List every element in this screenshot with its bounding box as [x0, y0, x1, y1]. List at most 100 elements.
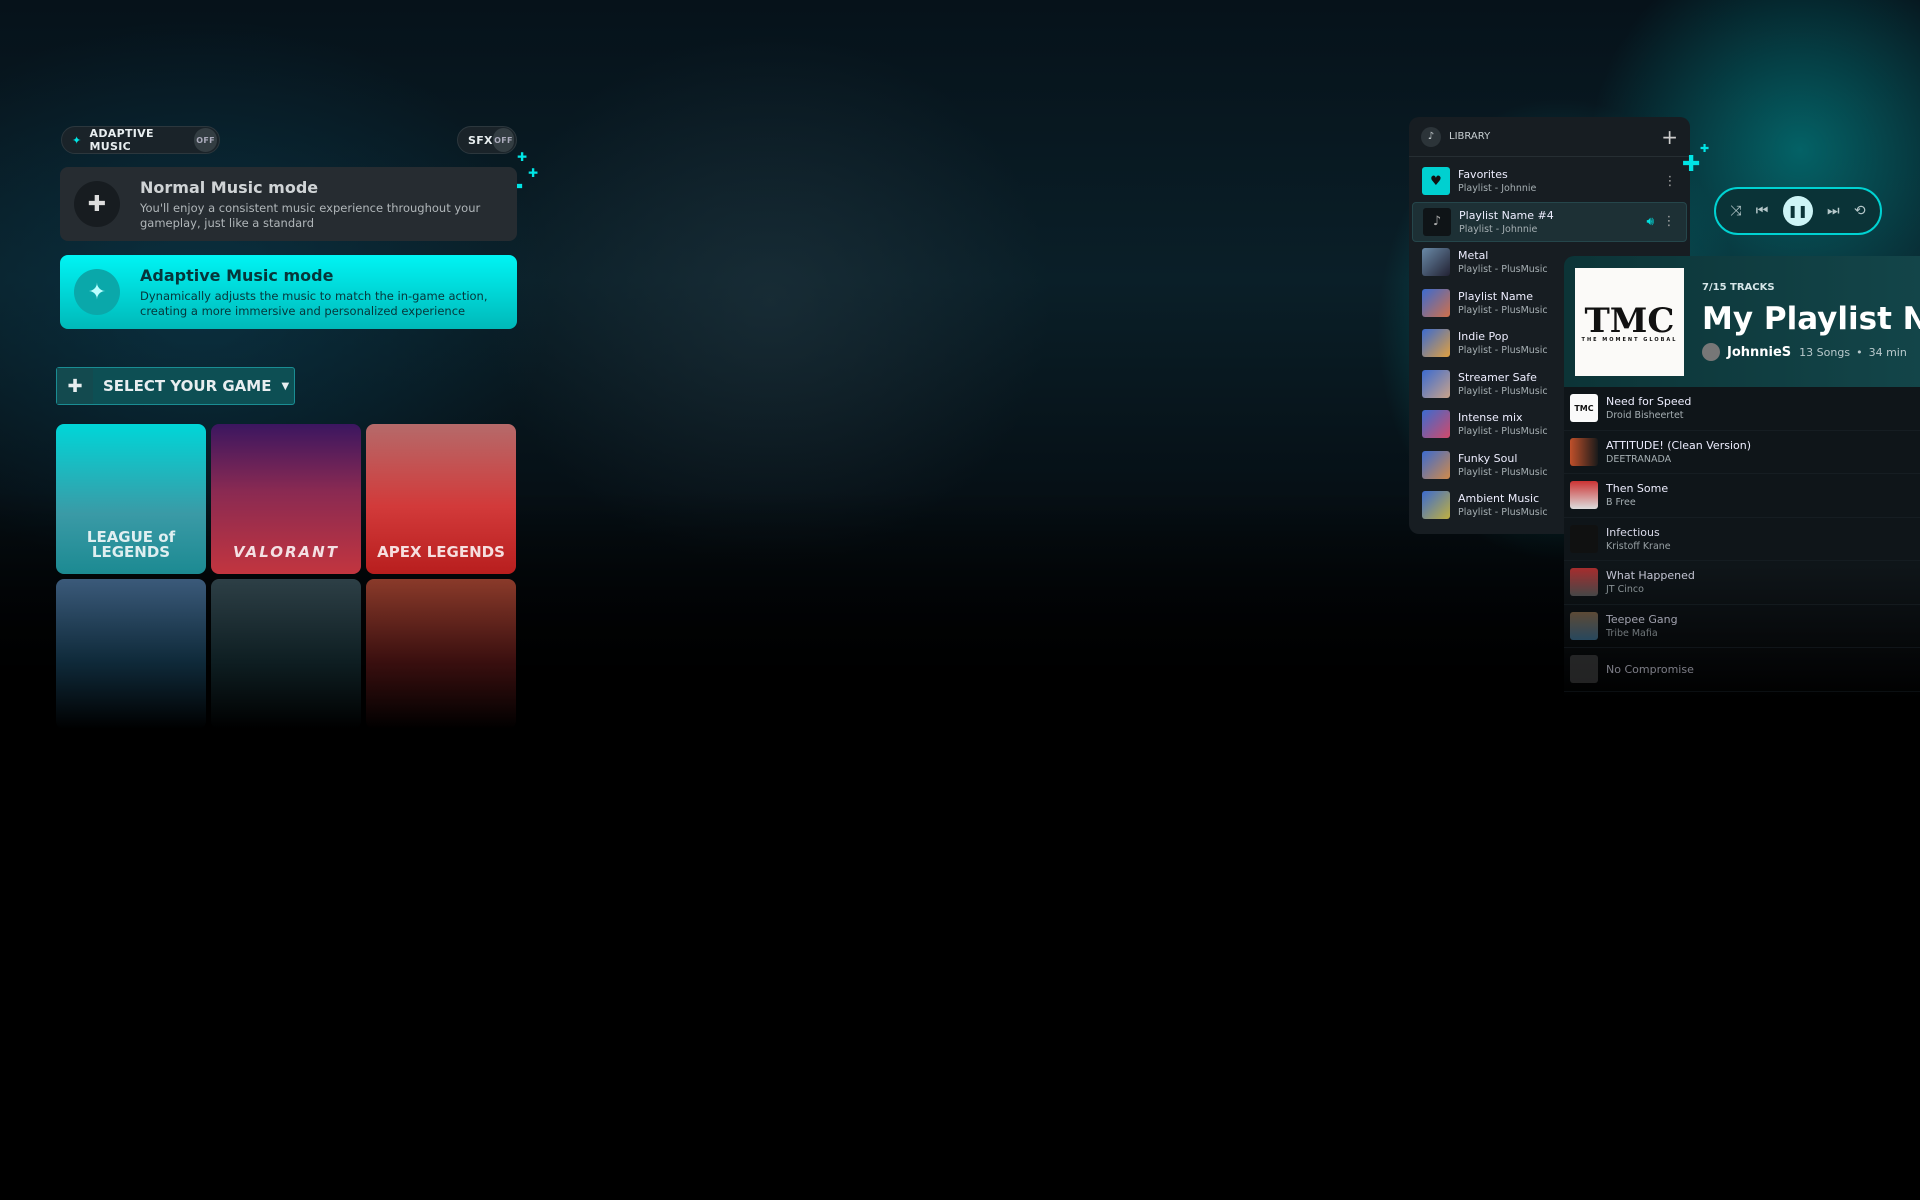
- track-artist: Tribe Mafia: [1606, 627, 1658, 639]
- track-thumbnail: [1570, 655, 1598, 684]
- mode-description: You'll enjoy a consistent music experien…: [140, 200, 481, 230]
- playlist-sub: Playlist - PlusMusic: [1458, 507, 1548, 519]
- track-row[interactable]: ATTITUDE! (Clean Version) DEETRANADA: [1564, 431, 1920, 474]
- plus-decoration-icon: ✚: [528, 166, 539, 180]
- player-controls: ⤨ ⏮︎ ❚❚ ⏭︎ ⟲: [1714, 187, 1882, 235]
- toggle-state: OFF: [194, 128, 217, 152]
- track-row[interactable]: Then Some B Free: [1564, 474, 1920, 518]
- track-thumbnail: [1570, 481, 1598, 510]
- playlist-name: Playlist Name #4: [1459, 208, 1554, 222]
- duration: 34 min: [1868, 345, 1907, 359]
- playlist-thumbnail: [1422, 491, 1450, 520]
- game-name: APEX LEGENDS: [377, 543, 505, 561]
- speaker-icon: 🔊︎: [1646, 214, 1654, 229]
- playlist-cover-art: TMC THE MOMENT GLOBAL: [1575, 267, 1684, 376]
- gamepad-icon: ✚: [74, 181, 120, 227]
- game-tile-fortnite[interactable]: [56, 579, 206, 729]
- track-artist: JT Cinco: [1606, 584, 1644, 596]
- adaptive-music-label: ADAPTIVE MUSIC: [89, 127, 154, 153]
- playlist-sub: Playlist - PlusMusic: [1458, 466, 1548, 478]
- playlist-sub: Playlist - PlusMusic: [1458, 304, 1548, 316]
- playlist-name: Streamer Safe: [1458, 370, 1537, 384]
- track-title: Infectious: [1606, 525, 1660, 539]
- playlist-sub: Playlist - Johnnie: [1459, 223, 1538, 235]
- sparkle-icon: ✦: [74, 269, 120, 315]
- playlist-thumbnail: [1422, 369, 1450, 398]
- playlist-thumbnail: [1422, 288, 1450, 317]
- game-tile-rainbow-six[interactable]: [211, 579, 361, 729]
- track-title: No Compromise: [1606, 662, 1694, 676]
- more-options-icon[interactable]: ⋮: [1662, 214, 1676, 229]
- track-thumbnail: TMC: [1570, 394, 1598, 423]
- track-title: What Happened: [1606, 569, 1695, 583]
- playlist-sub: Playlist - PlusMusic: [1458, 264, 1548, 276]
- playlist-item-active[interactable]: ♪ Playlist Name #4 Playlist - Johnnie 🔊︎ ⋮: [1412, 201, 1687, 242]
- repeat-icon[interactable]: ⟲: [1854, 203, 1866, 219]
- sfx-label: SFX: [468, 133, 493, 147]
- pause-button[interactable]: ❚❚: [1782, 196, 1813, 226]
- gamepad-icon: ✚: [57, 368, 93, 404]
- avatar: [1702, 343, 1720, 361]
- adaptive-music-toggle[interactable]: ✦ ADAPTIVE MUSIC OFF: [61, 126, 220, 154]
- track-thumbnail: [1570, 524, 1598, 553]
- track-title: Teepee Gang: [1606, 612, 1678, 626]
- track-title: Need for Speed: [1606, 395, 1692, 409]
- track-artist: DEETRANADA: [1606, 453, 1672, 465]
- sfx-toggle[interactable]: SFX OFF: [457, 126, 517, 154]
- plus-decoration-icon: ✚: [1682, 152, 1701, 177]
- more-options-icon[interactable]: ⋮: [1663, 174, 1677, 189]
- playlist-item-favorites[interactable]: ♥ Favorites Playlist - Johnnie ⋮: [1412, 161, 1687, 202]
- track-thumbnail: [1570, 437, 1598, 466]
- art-logo: TMC: [1584, 300, 1675, 341]
- owner-name[interactable]: JohnnieS: [1727, 345, 1791, 360]
- tracks-count: 7/15 TRACKS: [1702, 282, 1775, 293]
- mode-title: Normal Music mode: [140, 177, 319, 197]
- game-name: VALORANT: [233, 543, 339, 561]
- track-artist: Kristoff Krane: [1606, 540, 1671, 552]
- track-thumbnail: [1570, 611, 1598, 640]
- track-thumbnail: [1570, 568, 1598, 597]
- playlist-name: Funky Soul: [1458, 451, 1518, 465]
- playlist-thumbnail: [1422, 410, 1450, 439]
- playlist-name: Indie Pop: [1458, 330, 1509, 344]
- previous-track-icon[interactable]: ⏮︎: [1756, 203, 1769, 219]
- track-row[interactable]: What Happened JT Cinco: [1564, 561, 1920, 605]
- select-game-dropdown[interactable]: ✚ SELECT YOUR GAME ▼: [56, 367, 295, 405]
- game-tile-apex-legends[interactable]: APEX LEGENDS: [366, 424, 516, 574]
- sparkle-icon: ✦: [72, 133, 82, 147]
- next-track-icon[interactable]: ⏭︎: [1827, 203, 1840, 219]
- mode-description: Dynamically adjusts the music to match t…: [140, 288, 488, 318]
- art-subtitle: THE MOMENT GLOBAL: [1581, 336, 1678, 343]
- track-row[interactable]: Teepee Gang Tribe Mafia: [1564, 605, 1920, 648]
- playlist-thumbnail: [1422, 450, 1450, 479]
- game-name: LEAGUE of LEGENDS: [86, 528, 176, 561]
- add-playlist-button[interactable]: +: [1661, 125, 1678, 149]
- playlist-name: Metal: [1458, 249, 1489, 263]
- library-icon: ♪: [1421, 126, 1441, 147]
- caret-down-icon: ▼: [281, 380, 290, 392]
- playlist-panel: TMC THE MOMENT GLOBAL 7/15 TRACKS My Play…: [1564, 256, 1920, 700]
- track-row[interactable]: Infectious Kristoff Krane: [1564, 518, 1920, 561]
- select-game-label: SELECT YOUR GAME: [103, 377, 272, 395]
- normal-music-mode-card[interactable]: ✚ Normal Music mode You'll enjoy a consis…: [60, 167, 517, 241]
- playlist-sub: Playlist - PlusMusic: [1458, 385, 1548, 397]
- adaptive-music-mode-card[interactable]: ✦ Adaptive Music mode Dynamically adjusts…: [60, 255, 517, 329]
- library-title: LIBRARY: [1449, 131, 1491, 142]
- playlist-sub: Playlist - Johnnie: [1458, 183, 1537, 195]
- game-tile-league-of-legends[interactable]: LEAGUE of LEGENDS: [56, 424, 206, 574]
- track-title: ATTITUDE! (Clean Version): [1606, 438, 1752, 452]
- playlist-sub: Playlist - PlusMusic: [1458, 426, 1548, 438]
- track-title: Then Some: [1606, 482, 1669, 496]
- playlist-thumbnail: [1422, 248, 1450, 277]
- track-row[interactable]: No Compromise: [1564, 648, 1920, 692]
- track-row[interactable]: TMC Need for Speed Droid Bisheertet: [1564, 387, 1920, 431]
- song-count: 13 Songs: [1799, 345, 1851, 359]
- shuffle-icon[interactable]: ⤨: [1730, 203, 1741, 219]
- playlist-name: Ambient Music: [1458, 492, 1540, 506]
- playlist-thumbnail: [1422, 329, 1450, 358]
- game-tile-horror[interactable]: [366, 579, 516, 729]
- game-tile-valorant[interactable]: VALORANT: [211, 424, 361, 574]
- playlist-name: Playlist Name: [1458, 289, 1534, 303]
- playlist-title: My Playlist Name: [1702, 301, 1920, 337]
- track-artist: Droid Bisheertet: [1606, 410, 1684, 422]
